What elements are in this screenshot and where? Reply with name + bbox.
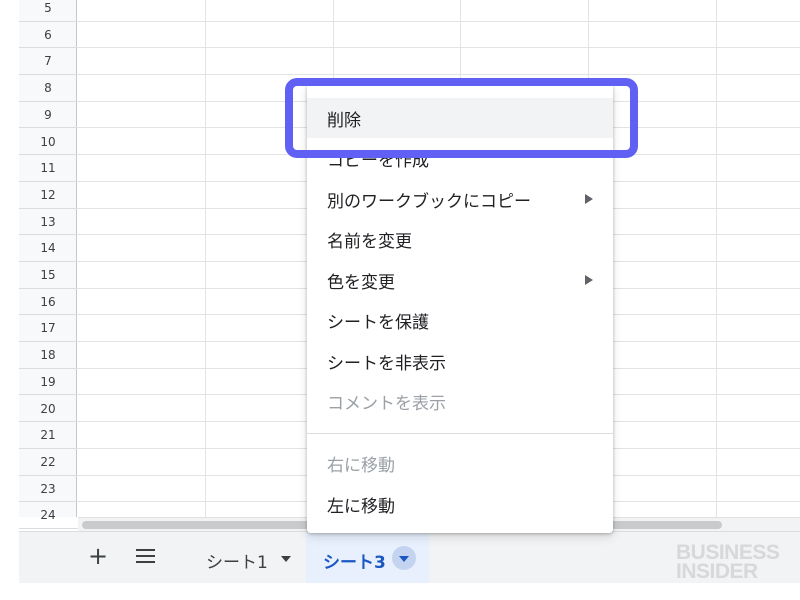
highlight-annotation [285,78,638,158]
sheet-tab-3-active[interactable]: シート3 [306,532,429,583]
menu-item-rename[interactable]: 名前を変更 [307,219,613,259]
submenu-arrow-icon [585,275,593,285]
row-number[interactable]: 7 [19,48,77,76]
grid-row[interactable] [77,48,800,76]
row-number[interactable]: 16 [19,289,77,316]
row-number[interactable]: 21 [19,422,77,449]
row-number[interactable]: 12 [19,182,77,209]
menu-item-move-right: 右に移動 [307,443,613,483]
submenu-arrow-icon [585,194,593,204]
menu-item-move-left[interactable]: 左に移動 [307,484,613,524]
row-number[interactable]: 13 [19,209,77,236]
row-number[interactable]: 10 [19,129,77,156]
menu-item-hide-sheet[interactable]: シートを非表示 [307,341,613,381]
page-background [0,583,800,600]
sheet-tab-label: シート3 [323,553,386,573]
column-gridline [205,0,206,517]
menu-item-change-color[interactable]: 色を変更 [307,260,613,300]
row-number[interactable]: 8 [19,75,77,102]
menu-item-label: 別のワークブックにコピー [327,192,531,212]
row-number[interactable]: 5 [19,0,77,22]
row-number[interactable]: 6 [19,22,77,49]
all-sheets-button[interactable] [133,544,159,568]
row-number[interactable]: 17 [19,315,77,343]
grid-row[interactable] [77,22,800,49]
row-number[interactable]: 24 [19,502,77,529]
column-gridline [716,0,717,517]
menu-divider [307,433,613,434]
dropdown-arrow-icon [399,556,409,562]
menu-item-protect-sheet[interactable]: シートを保護 [307,300,613,340]
row-number[interactable]: 19 [19,369,77,396]
menu-item-label: 名前を変更 [327,232,412,252]
row-number[interactable]: 15 [19,262,77,289]
row-number[interactable]: 20 [19,396,77,423]
spreadsheet-window: 5 6 7 8 9 10 11 12 13 14 15 16 17 18 19 20 21 22 23 24 + シー… [0,0,800,600]
menu-item-copy-to[interactable]: 別のワークブックにコピー [307,179,613,219]
row-number[interactable]: 14 [19,235,77,262]
menu-item-label: 左に移動 [327,497,395,517]
menu-item-label: シートを保護 [327,313,429,333]
menu-item-label: シートを非表示 [327,354,446,374]
add-sheet-button[interactable]: + [87,542,109,570]
row-number[interactable]: 9 [19,102,77,129]
menu-item-label: 右に移動 [327,456,395,476]
business-insider-logo: BUSINESS INSIDER [676,542,786,583]
menu-item-view-comments: コメントを表示 [307,381,613,421]
logo-line-2: INSIDER [676,560,758,583]
row-number[interactable]: 18 [19,342,77,369]
tab-menu-button[interactable] [392,546,416,570]
row-number[interactable]: 22 [19,449,77,476]
row-number[interactable]: 23 [19,476,77,503]
menu-item-label: コメントを表示 [327,394,446,414]
grid-row[interactable] [77,0,800,22]
row-number[interactable]: 11 [19,155,77,182]
menu-item-label: 色を変更 [327,273,395,293]
dropdown-arrow-icon[interactable] [281,556,291,562]
sheet-tab-label: シート1 [206,553,268,573]
row-header-column: 5 6 7 8 9 10 11 12 13 14 15 16 17 18 19 20 21 22 23 24 [19,0,77,529]
sheet-tab-1[interactable]: シート1 [195,532,305,583]
